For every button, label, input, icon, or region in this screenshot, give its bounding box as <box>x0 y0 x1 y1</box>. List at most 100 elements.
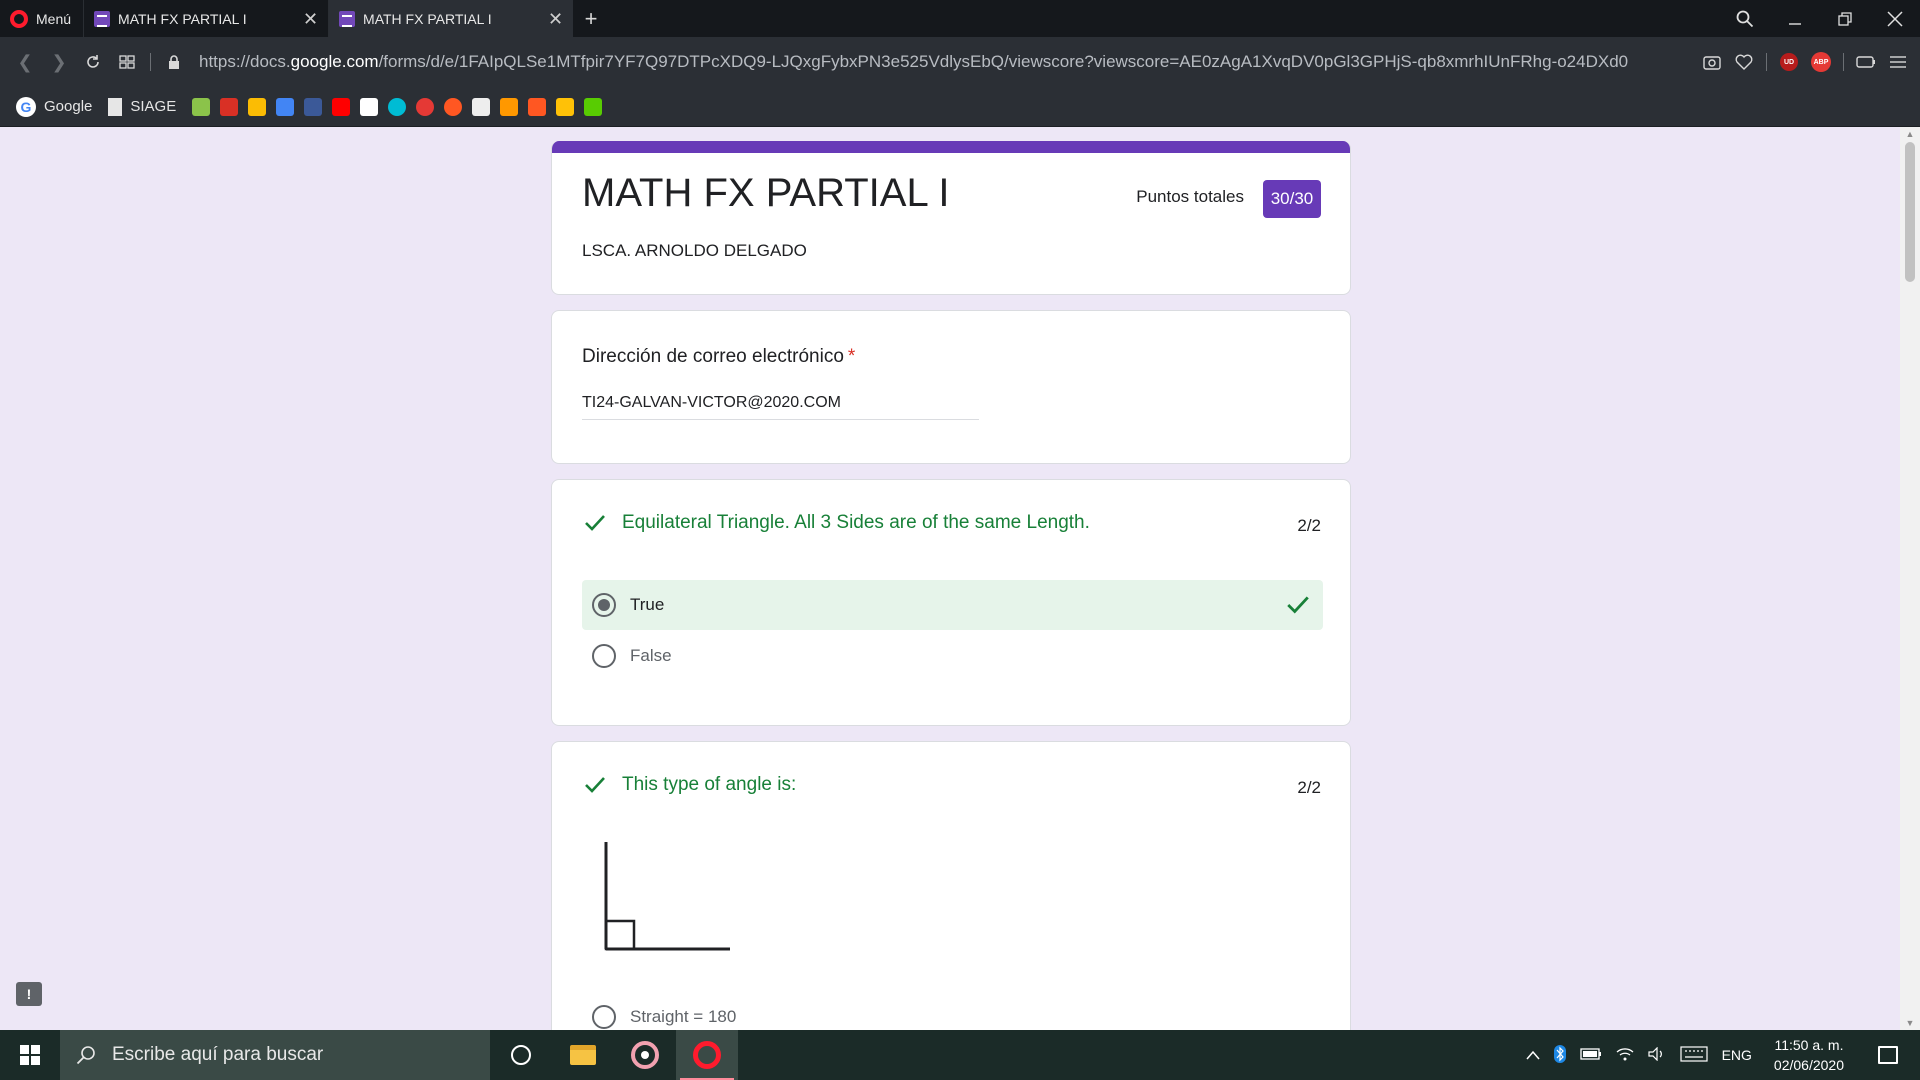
system-clock[interactable]: 11:50 a. m. 02/06/2020 <box>1766 1035 1852 1075</box>
system-tray: ENG 11:50 a. m. 02/06/2020 <box>1526 1030 1920 1080</box>
speed-dial-icon[interactable] <box>110 37 144 87</box>
page-scrollbar[interactable]: ▲ ▼ <box>1900 127 1920 1030</box>
email-question-card: Dirección de correo electrónico * TI24-GA… <box>551 310 1351 464</box>
correct-check-icon <box>582 510 608 536</box>
new-tab-button[interactable]: + <box>573 6 609 32</box>
volume-icon[interactable] <box>1647 1046 1666 1064</box>
form-header-card: MATH FX PARTIAL I LSCA. ARNOLDO DELGADO … <box>551 141 1351 295</box>
google-icon: G <box>16 96 36 117</box>
bookmark-siage[interactable]: SIAGE <box>108 87 182 127</box>
question-header: Equilateral Triangle. All 3 Sides are of… <box>582 510 1090 536</box>
bookmark-duolingo-icon[interactable] <box>584 97 603 116</box>
close-tab-icon[interactable]: ✕ <box>303 10 318 28</box>
browser-menu-button[interactable]: Menú <box>0 0 83 37</box>
opera-button[interactable] <box>676 1030 738 1080</box>
ublock-extension-icon[interactable]: UD <box>1773 37 1805 87</box>
reload-icon[interactable] <box>76 37 110 87</box>
bookmark-os-icon[interactable] <box>472 97 491 116</box>
browser-tab-2[interactable]: MATH FX PARTIAL I ✕ <box>328 0 574 37</box>
question-points: 2/2 <box>1297 516 1321 535</box>
question-text: Equilateral Triangle. All 3 Sides are of… <box>622 512 1090 533</box>
clock-time: 11:50 a. m. <box>1774 1037 1844 1053</box>
bookmark-sheets-icon[interactable] <box>192 97 211 116</box>
forward-icon[interactable]: ❯ <box>42 37 76 87</box>
close-tab-icon[interactable]: ✕ <box>548 10 563 28</box>
email-answer: TI24-GALVAN-VICTOR@2020.COM <box>582 394 979 420</box>
browser-tab-bar: Menú MATH FX PARTIAL I ✕ MATH FX PARTIAL… <box>0 0 1920 37</box>
cortana-button[interactable] <box>490 1030 552 1080</box>
radio-unselected-icon <box>592 644 616 668</box>
adblock-extension-icon[interactable]: ABP <box>1805 37 1837 87</box>
wifi-icon[interactable] <box>1616 1047 1634 1064</box>
radio-unselected-icon <box>592 1005 616 1029</box>
bookmark-facebook-icon[interactable] <box>304 97 323 116</box>
scroll-down-icon[interactable]: ▼ <box>1900 1018 1920 1028</box>
search-tabs-icon[interactable] <box>1720 0 1770 37</box>
question-card: Equilateral Triangle. All 3 Sides are of… <box>551 479 1351 726</box>
google-forms-icon <box>339 10 356 27</box>
accent-bar <box>552 141 1350 153</box>
bookmark-gmail-icon[interactable] <box>220 97 239 116</box>
bookmark-youtube-icon[interactable] <box>332 97 351 116</box>
windows-logo-icon <box>20 1045 40 1065</box>
form-page: MATH FX PARTIAL I LSCA. ARNOLDO DELGADO … <box>0 127 1920 1030</box>
right-angle-figure <box>604 842 730 951</box>
bookmark-app-icon[interactable] <box>360 97 379 116</box>
report-feedback-icon[interactable]: ! <box>16 982 42 1006</box>
heart-icon[interactable] <box>1728 37 1760 87</box>
question-card: This type of angle is: 2/2 Straight = 18… <box>551 741 1351 1030</box>
question-points: 2/2 <box>1297 778 1321 797</box>
bookmark-label: SIAGE <box>130 98 177 115</box>
snapshot-icon[interactable] <box>1696 37 1728 87</box>
required-asterisk: * <box>847 346 856 367</box>
scroll-up-icon[interactable]: ▲ <box>1900 129 1920 139</box>
opera-icon <box>693 1041 721 1069</box>
close-window-button[interactable] <box>1870 0 1920 37</box>
divider <box>1766 53 1767 71</box>
document-icon <box>108 97 123 116</box>
taskbar-search-box[interactable]: Escribe aquí para buscar <box>60 1030 490 1080</box>
bookmark-label: Google <box>44 98 93 115</box>
answer-option: Straight = 180 <box>582 992 1323 1030</box>
lock-icon[interactable] <box>157 37 191 87</box>
back-icon[interactable]: ❮ <box>8 37 42 87</box>
answer-option-correct: True <box>582 580 1323 630</box>
battery-icon[interactable] <box>1579 1047 1602 1063</box>
action-center-button[interactable] <box>1866 1030 1910 1080</box>
browser-tab-1[interactable]: MATH FX PARTIAL I ✕ <box>83 0 328 37</box>
form-title: MATH FX PARTIAL I <box>582 171 950 215</box>
bookmark-google[interactable]: G Google <box>16 87 98 127</box>
bookmark-glasses-icon[interactable] <box>556 97 575 116</box>
show-hidden-icons[interactable] <box>1526 1047 1540 1063</box>
bookmark-tomato-icon[interactable] <box>444 97 463 116</box>
bookmark-translate-icon[interactable] <box>276 97 295 116</box>
bookmark-blogger-icon[interactable] <box>528 97 547 116</box>
language-indicator[interactable]: ENG <box>1722 1047 1752 1063</box>
keyboard-icon[interactable] <box>1679 1045 1708 1065</box>
bluetooth-icon[interactable] <box>1553 1044 1566 1066</box>
answer-option: False <box>582 631 1323 681</box>
bookmark-drive-icon[interactable] <box>248 97 267 116</box>
email-question-label: Dirección de correo electrónico * <box>582 346 856 367</box>
url-field[interactable]: https://docs.google.com/forms/d/e/1FAIpQ… <box>191 52 1696 72</box>
divider <box>1843 53 1844 71</box>
file-explorer-button[interactable] <box>552 1030 614 1080</box>
scrollbar-thumb[interactable] <box>1905 142 1915 282</box>
bookmark-swirl-icon[interactable] <box>500 97 519 116</box>
minimize-button[interactable] <box>1770 0 1820 37</box>
chrome-button[interactable] <box>614 1030 676 1080</box>
question-header: This type of angle is: <box>582 772 796 798</box>
menu-label: Menú <box>36 10 72 27</box>
total-points-label: Puntos totales <box>1136 187 1244 206</box>
bookmark-play-icon[interactable] <box>416 97 435 116</box>
correct-check-icon <box>1285 592 1311 623</box>
notification-icon <box>1878 1046 1898 1064</box>
form-description: LSCA. ARNOLDO DELGADO <box>582 241 807 260</box>
battery-saver-icon[interactable] <box>1850 37 1882 87</box>
bookmark-c-icon[interactable] <box>388 97 407 116</box>
start-button[interactable] <box>0 1030 60 1080</box>
opera-logo-icon <box>10 9 28 28</box>
easy-setup-icon[interactable] <box>1882 37 1914 87</box>
restore-button[interactable] <box>1820 0 1870 37</box>
address-bar: ❮ ❯ https://docs.google.com/forms/d/e/1F… <box>0 37 1920 87</box>
